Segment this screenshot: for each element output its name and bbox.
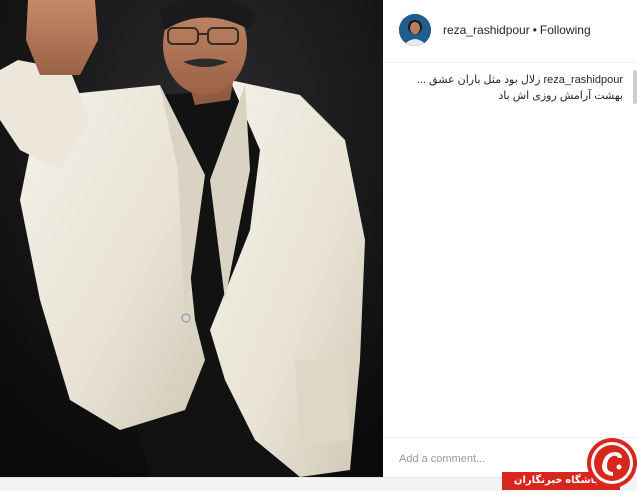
username-link[interactable]: reza_rashidpour bbox=[443, 23, 530, 37]
avatar-image bbox=[399, 14, 431, 46]
caption: reza_rashidpour زلال بود مثل باران عشق .… bbox=[399, 72, 623, 104]
post-side-panel: reza_rashidpour • Following reza_rashidpou… bbox=[383, 0, 637, 477]
watermark: باشگاه خبرنگاران bbox=[502, 436, 637, 490]
following-button[interactable]: Following bbox=[540, 23, 591, 37]
separator-dot: • bbox=[532, 23, 537, 37]
avatar[interactable] bbox=[399, 14, 431, 46]
caption-scrollbar[interactable] bbox=[633, 70, 637, 104]
watermark-logo-icon bbox=[582, 436, 637, 490]
header-text: reza_rashidpour • Following bbox=[443, 23, 591, 37]
post-photo[interactable] bbox=[0, 0, 383, 477]
caption-username-link[interactable]: reza_rashidpour bbox=[544, 74, 624, 86]
post-photo-image bbox=[0, 0, 383, 477]
post-header: reza_rashidpour • Following bbox=[383, 0, 637, 63]
